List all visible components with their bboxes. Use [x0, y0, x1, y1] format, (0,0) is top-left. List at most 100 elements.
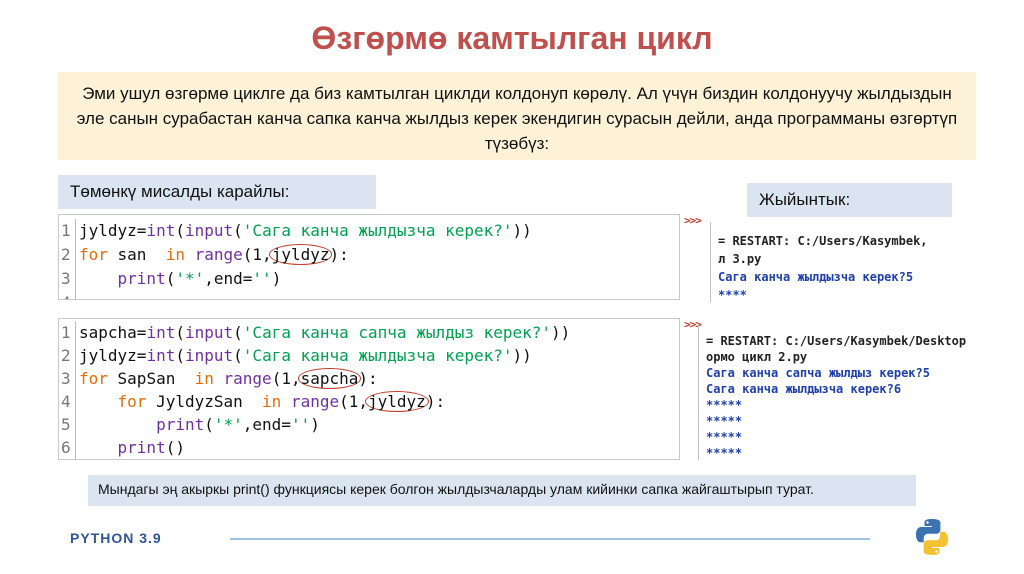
code-line: 5 print('*',end=''): [59, 413, 679, 436]
output-line: ормо цикл 2.py: [706, 350, 808, 364]
line-number: 6: [61, 438, 71, 457]
code-keyword: in: [262, 392, 282, 411]
code-token: ): [271, 269, 282, 288]
shell-prompt-arrows: >>>: [684, 214, 702, 227]
code-token: (: [233, 221, 243, 240]
code-string: '*': [213, 415, 243, 434]
output-divider: [710, 222, 711, 302]
output-line: *****: [706, 430, 743, 444]
line-number: 4: [59, 291, 75, 299]
slide-title: Өзгөрмө камтылган цикл: [311, 20, 713, 56]
output-line: *****: [706, 446, 743, 460]
code-token: (: [233, 323, 243, 342]
code-line: 6 print(): [59, 436, 679, 459]
code-token: ):: [329, 245, 349, 264]
output-line: = RESTART: C:/Users/Kasymbek/Desktop: [706, 334, 967, 348]
code-token: (: [204, 415, 214, 434]
code-token: san: [107, 245, 166, 264]
code-keyword: for: [117, 392, 147, 411]
code-token: ): [310, 415, 320, 434]
output-line: л 3.py: [718, 252, 762, 266]
output-line: Сага канча сапча жылдыз керек?5: [706, 366, 930, 380]
line-number: 4: [61, 392, 71, 411]
line-number: 1: [61, 323, 71, 342]
code-line: 4: [59, 291, 679, 299]
output-panel-1: = RESTART: C:/Users/Kasymbek, л 3.py Сага …: [718, 232, 1016, 304]
code-string: '': [290, 415, 311, 434]
code-builtin: int: [146, 346, 176, 365]
code-token: jyldyz=: [79, 346, 147, 365]
python-logo-icon: [916, 519, 948, 555]
line-number: 3: [61, 269, 71, 288]
code-token: (1,: [242, 245, 272, 264]
code-string: 'Сага канча сапча жылдыз керек?': [242, 323, 552, 342]
code-builtin: print: [117, 438, 166, 457]
code-builtin: input: [184, 346, 234, 365]
code-token: int: [146, 221, 176, 240]
code-token: (: [175, 346, 185, 365]
code-line: 1 jyldyz=int(input('Сага канча жылдызча к…: [59, 219, 679, 243]
code-token: ):: [425, 392, 446, 411]
code-line: 4 for JyldyzSan in range(1,jyldyz):: [59, 390, 679, 413]
code-token: (1,: [339, 392, 369, 411]
code-builtin: int: [146, 323, 176, 342]
code-keyword: for: [79, 369, 108, 388]
code-string: '': [252, 269, 272, 288]
code-token: ,end=: [204, 269, 253, 288]
code-token: )): [512, 346, 532, 365]
code-token: (: [165, 269, 176, 288]
code-builtin: range: [223, 369, 272, 388]
output-line: ****: [718, 288, 747, 302]
output-divider: [698, 325, 699, 460]
code-token: (: [175, 221, 185, 240]
line-number: 2: [61, 346, 71, 365]
code-line: 2 for san in range(1,jyldyz):: [59, 243, 679, 267]
code-builtin: range: [194, 245, 243, 264]
code-token: (: [175, 323, 185, 342]
output-line: *****: [706, 414, 743, 428]
code-token: )): [512, 221, 532, 240]
code-token: SapSan: [107, 369, 195, 388]
code-token: JyldyzSan: [146, 392, 263, 411]
code-string: 'Сага канча жылдызча керек?': [242, 346, 513, 365]
code-keyword: in: [194, 369, 214, 388]
code-token: (): [165, 438, 185, 457]
output-panel-2: = RESTART: C:/Users/Kasymbek/Desktop ормо…: [706, 333, 1016, 461]
circled-variable: jyldyz: [365, 391, 429, 412]
code-block-2: 1 sapcha=int(input('Сага канча сапча жылд…: [58, 318, 680, 460]
code-block-1: 1 jyldyz=int(input('Сага канча жылдызча к…: [58, 214, 680, 300]
code-builtin: print: [117, 269, 166, 288]
note-box: Мындагы эң акыркы print() функциясы кере…: [88, 475, 916, 506]
intro-paragraph: Эми ушул өзгөрмө циклге да биз камтылган…: [58, 72, 976, 160]
code-token: )): [551, 323, 571, 342]
output-line: Сага канча жылдызча керек?5: [718, 270, 914, 284]
code-token: sapcha=: [79, 323, 147, 342]
code-line: 3 print('*',end=''): [59, 267, 679, 291]
output-line: Сага канча жылдызча керек?6: [706, 382, 902, 396]
code-builtin: print: [156, 415, 205, 434]
output-line: *****: [706, 398, 743, 412]
code-line: 3 for SapSan in range(1,sapcha):: [59, 367, 679, 390]
code-keyword: for: [79, 245, 108, 264]
code-token: (1,: [271, 369, 301, 388]
line-number: 1: [61, 221, 71, 240]
code-keyword: in: [165, 245, 185, 264]
output-line: = RESTART: C:/Users/Kasymbek,: [718, 234, 928, 248]
python-version-logo: PYTHON 3.9: [70, 530, 162, 546]
code-string: '*': [175, 269, 205, 288]
footer-divider: [230, 538, 870, 540]
code-token: input: [184, 221, 234, 240]
code-line: 1 sapcha=int(input('Сага канча сапча жылд…: [59, 321, 679, 344]
code-builtin: input: [184, 323, 234, 342]
line-number: 2: [61, 245, 71, 264]
example-label: Төмөнкү мисалды карайлы:: [58, 175, 376, 209]
code-line: 2 jyldyz=int(input('Сага канча жылдызча к…: [59, 344, 679, 367]
circled-variable: jyldyz: [268, 244, 333, 265]
